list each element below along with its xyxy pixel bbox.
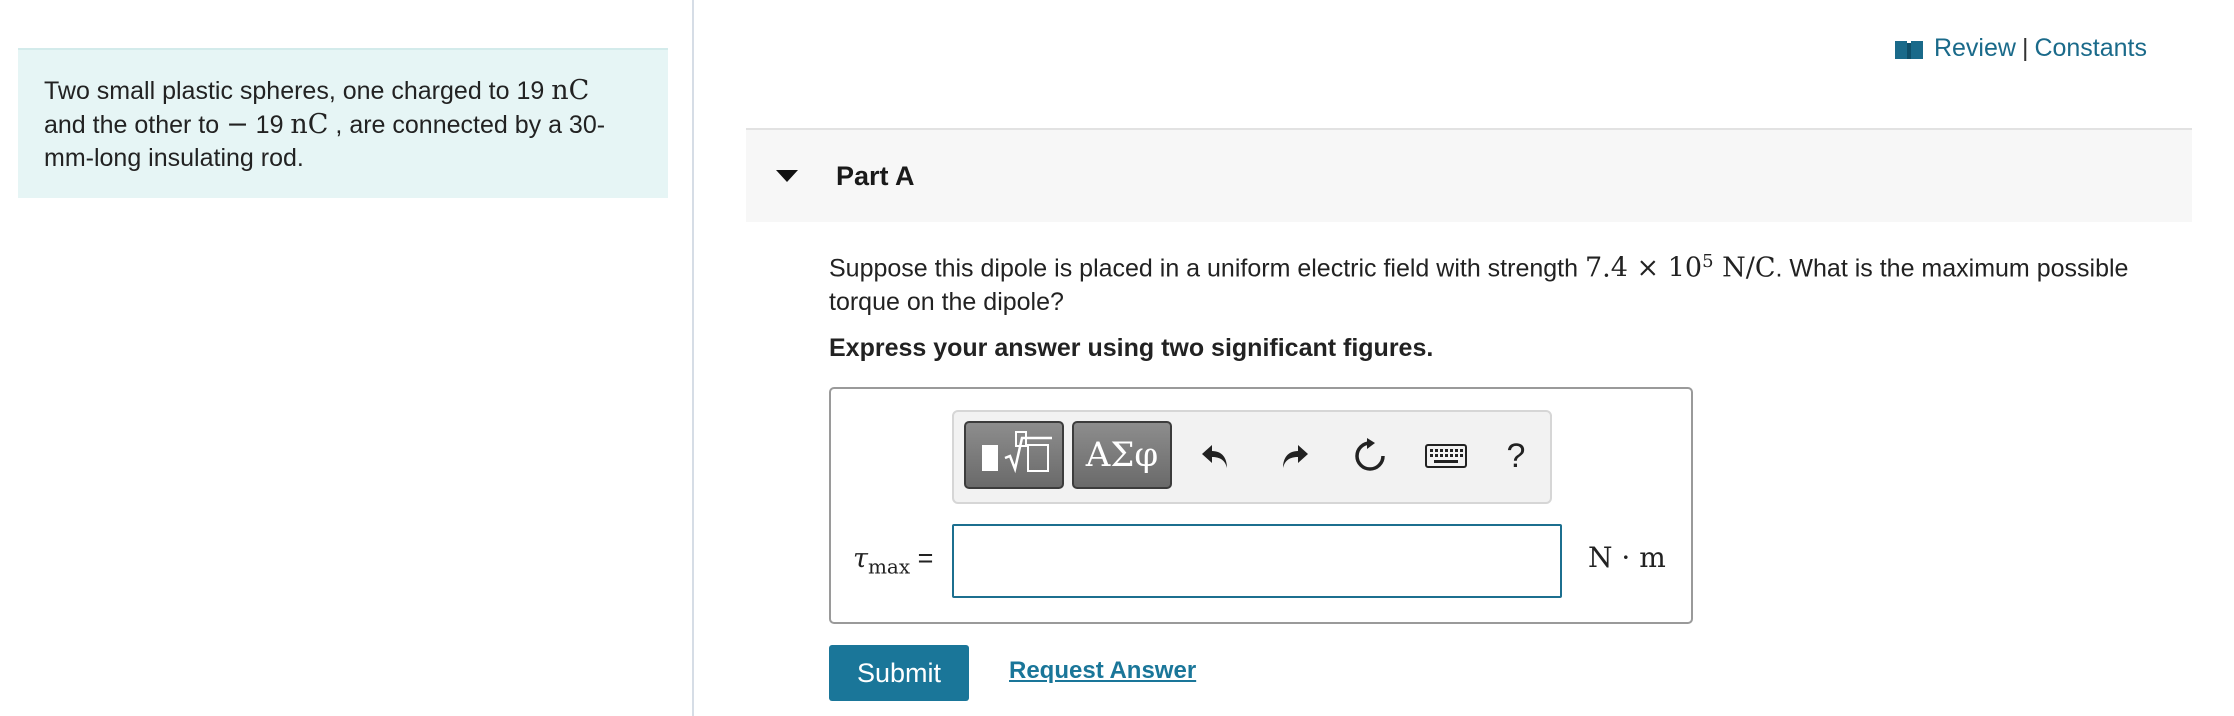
caret-down-icon[interactable] xyxy=(776,170,798,182)
keyboard-icon xyxy=(1425,444,1467,468)
submit-button[interactable]: Submit xyxy=(829,645,969,701)
reset-button[interactable] xyxy=(1348,434,1392,478)
templates-icon xyxy=(982,431,1052,474)
field-mantissa: 7.4 xyxy=(1584,252,1628,284)
part-title: Part A xyxy=(836,160,915,191)
problem-text-2a: and the other to xyxy=(44,111,227,139)
link-separator: | xyxy=(2021,34,2029,62)
problem-text-2b: 19 xyxy=(248,111,291,139)
tau-max-label: τmax = xyxy=(853,543,934,579)
undo-button[interactable] xyxy=(1194,434,1238,478)
problem-statement: Two small plastic spheres, one charged t… xyxy=(18,48,668,198)
reset-icon xyxy=(1355,438,1385,471)
problem-panel: Two small plastic spheres, one charged t… xyxy=(0,0,694,716)
constants-link[interactable]: Constants xyxy=(2034,34,2147,63)
question-text-before: Suppose this dipole is placed in a unifo… xyxy=(829,254,1585,283)
times-sign: × xyxy=(1636,252,1660,284)
undo-icon xyxy=(1202,445,1227,468)
answer-input[interactable] xyxy=(952,524,1562,598)
redo-icon xyxy=(1283,445,1308,468)
unit-label: N · m xyxy=(1588,541,1666,574)
problem-text-1: Two small plastic spheres, one charged t… xyxy=(44,77,552,105)
charge-unit-2: nC xyxy=(290,109,329,140)
field-exponent: 5 xyxy=(1702,251,1714,272)
answer-box: ΑΣφ ? τmax = N · m xyxy=(829,387,1693,624)
request-answer-link[interactable]: Request Answer xyxy=(1009,657,1196,685)
templates-button[interactable] xyxy=(964,421,1064,489)
page: Two small plastic spheres, one charged t… xyxy=(0,0,2234,716)
problem-text-2c: , are connected by a 30- xyxy=(328,111,606,139)
part-a-header[interactable]: Part A xyxy=(746,128,2192,222)
instruction: Express your answer using two significan… xyxy=(829,334,1434,362)
help-button[interactable]: ? xyxy=(1494,434,1538,478)
field-unit: N/C xyxy=(1722,252,1776,284)
question-text: Suppose this dipole is placed in a unifo… xyxy=(829,245,2199,319)
field-base: 10 xyxy=(1667,252,1703,284)
book-icon xyxy=(1894,40,1923,59)
symbols-button[interactable]: ΑΣφ xyxy=(1072,421,1172,489)
math-toolbar: ΑΣφ ? xyxy=(952,410,1552,504)
review-constants-links: Review | Constants xyxy=(1894,34,2147,63)
redo-button[interactable] xyxy=(1272,434,1316,478)
field-unit-space xyxy=(1714,252,1723,283)
keyboard-button[interactable] xyxy=(1424,434,1468,478)
review-link[interactable]: Review xyxy=(1934,34,2016,63)
problem-text-3: mm-long insulating rod. xyxy=(44,144,304,172)
negative-sign: − xyxy=(226,109,249,140)
charge-unit-1: nC xyxy=(551,75,590,106)
